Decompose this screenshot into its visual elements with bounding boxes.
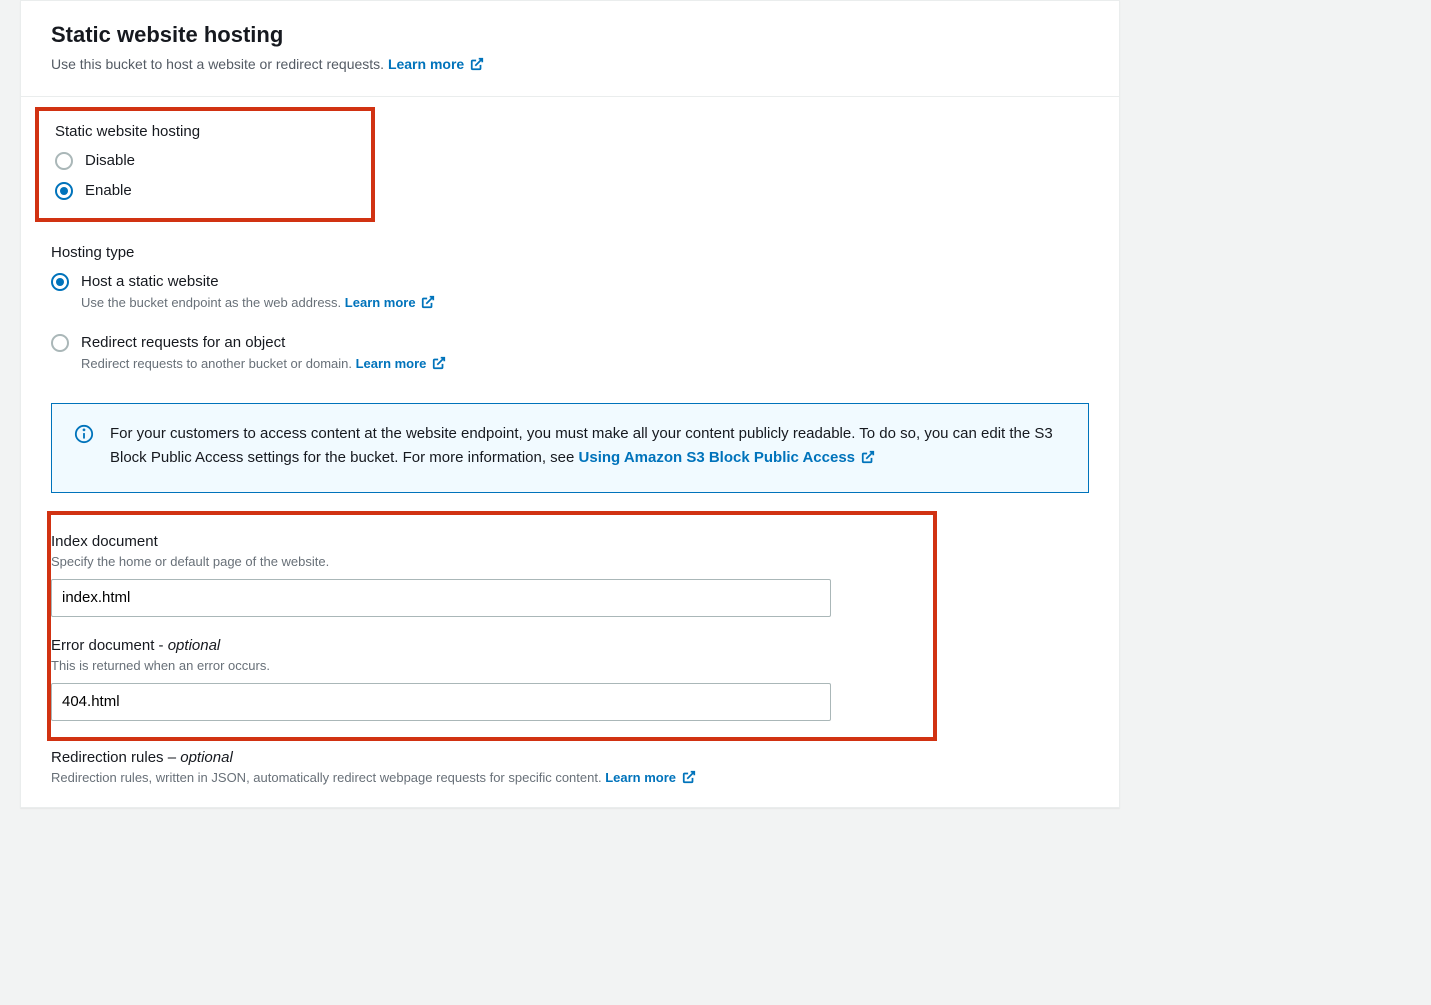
error-document-input[interactable] xyxy=(51,683,831,721)
external-link-icon xyxy=(421,295,435,312)
radio-enable[interactable]: Enable xyxy=(55,180,355,202)
index-document-hint: Specify the home or default page of the … xyxy=(51,554,913,569)
radio-disable-label: Disable xyxy=(85,150,135,172)
index-document-group: Index document Specify the home or defau… xyxy=(51,533,913,617)
external-link-icon xyxy=(861,448,875,472)
radio-icon xyxy=(55,152,73,170)
external-link-icon xyxy=(470,57,484,74)
radio-disable[interactable]: Disable xyxy=(55,150,355,172)
learn-more-link[interactable]: Learn more xyxy=(388,56,484,72)
radio-icon xyxy=(51,273,69,291)
block-public-access-link[interactable]: Using Amazon S3 Block Public Access xyxy=(579,449,876,466)
radio-enable-label: Enable xyxy=(85,180,132,202)
radio-host-static-label: Host a static website xyxy=(81,271,435,293)
redirection-rules-hint: Redirection rules, written in JSON, auto… xyxy=(51,770,1089,787)
radio-host-static[interactable]: Host a static website Use the bucket end… xyxy=(51,271,1089,312)
external-link-icon xyxy=(682,770,696,787)
info-alert-text: For your customers to access content at … xyxy=(110,422,1066,472)
hosting-toggle-highlight: Static website hosting Disable Enable xyxy=(35,107,375,222)
radio-icon xyxy=(55,182,73,200)
external-link-icon xyxy=(432,356,446,373)
hosting-type-label: Hosting type xyxy=(51,244,1089,261)
static-website-hosting-panel: Static website hosting Use this bucket t… xyxy=(20,0,1120,808)
learn-more-link[interactable]: Learn more xyxy=(605,770,695,785)
public-access-info-alert: For your customers to access content at … xyxy=(51,403,1089,493)
radio-icon xyxy=(51,334,69,352)
learn-more-link[interactable]: Learn more xyxy=(356,356,446,371)
info-icon xyxy=(74,424,94,444)
error-document-hint: This is returned when an error occurs. xyxy=(51,658,913,673)
error-document-group: Error document - optional This is return… xyxy=(51,637,913,721)
hosting-type-group: Hosting type Host a static website Use t… xyxy=(51,244,1089,373)
radio-redirect-label: Redirect requests for an object xyxy=(81,332,446,354)
panel-description: Use this bucket to host a website or red… xyxy=(51,56,1089,74)
hosting-toggle-label: Static website hosting xyxy=(55,123,355,140)
radio-redirect-requests[interactable]: Redirect requests for an object Redirect… xyxy=(51,332,1089,373)
panel-header: Static website hosting Use this bucket t… xyxy=(21,1,1119,97)
panel-title: Static website hosting xyxy=(51,21,1089,50)
radio-redirect-desc: Redirect requests to another bucket or d… xyxy=(81,356,446,373)
redirection-rules-group: Redirection rules – optional Redirection… xyxy=(51,749,1089,787)
documents-highlight: Index document Specify the home or defau… xyxy=(47,511,937,741)
panel-body: Static website hosting Disable Enable Ho… xyxy=(21,97,1119,807)
redirection-rules-label: Redirection rules – optional xyxy=(51,749,1089,766)
index-document-label: Index document xyxy=(51,533,913,550)
radio-host-static-desc: Use the bucket endpoint as the web addre… xyxy=(81,295,435,312)
index-document-input[interactable] xyxy=(51,579,831,617)
learn-more-link[interactable]: Learn more xyxy=(345,295,435,310)
error-document-label: Error document - optional xyxy=(51,637,913,654)
